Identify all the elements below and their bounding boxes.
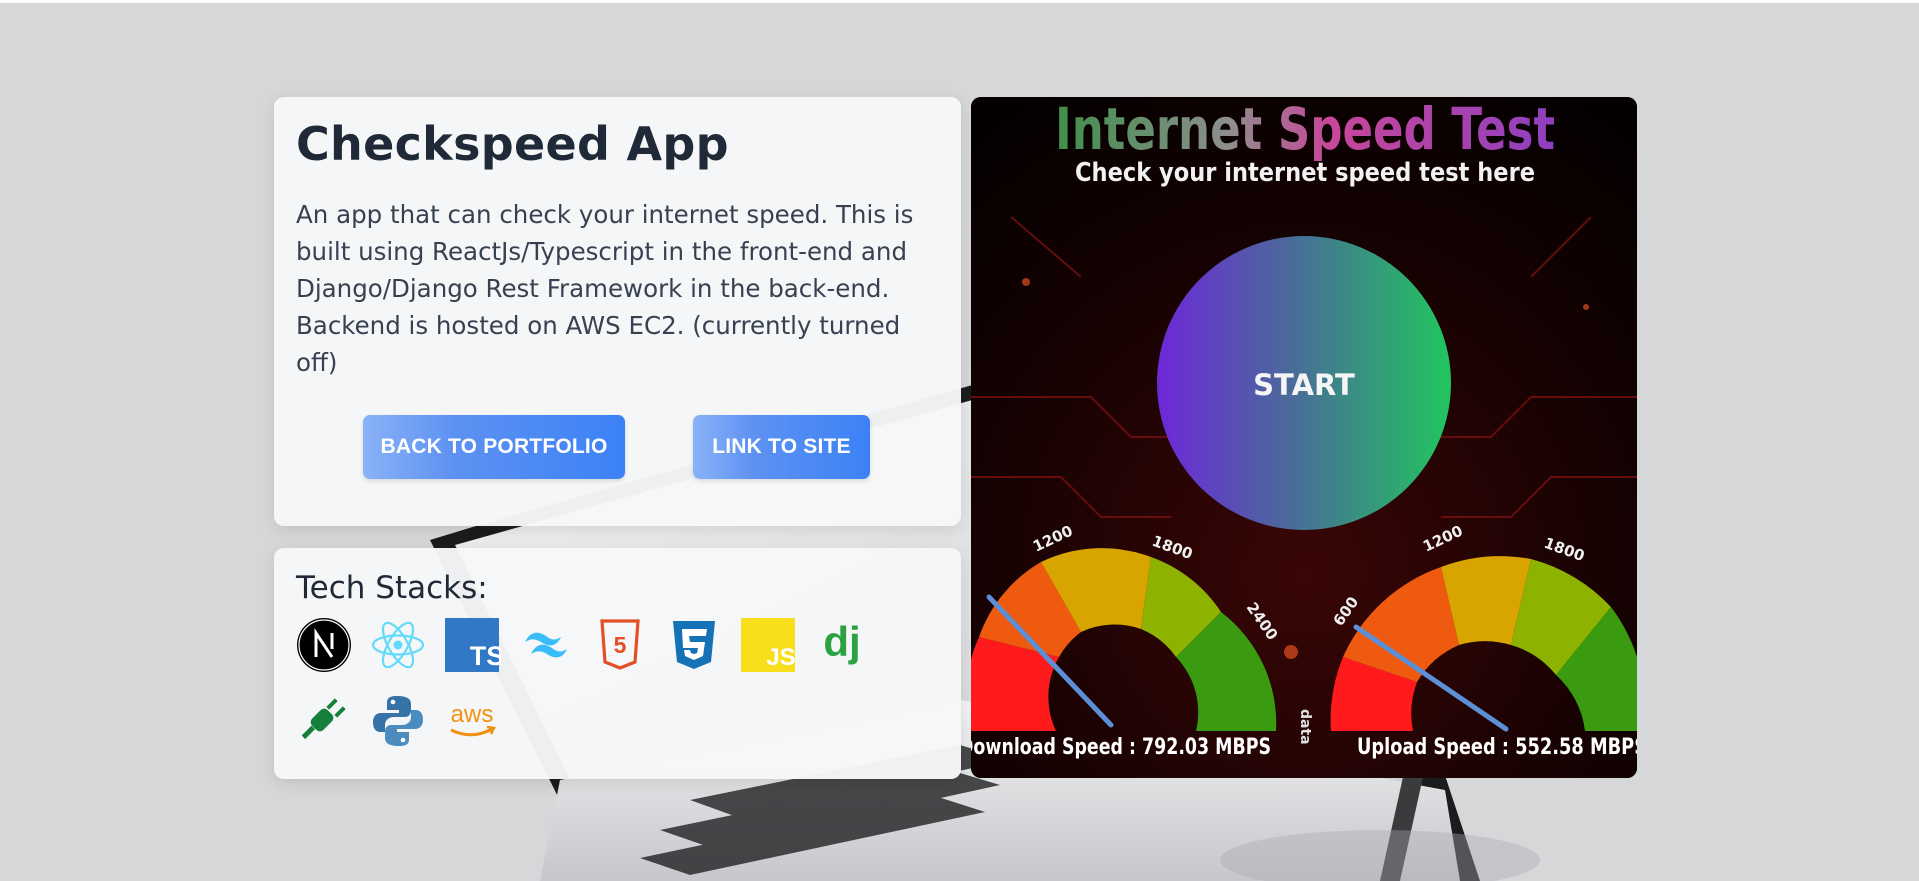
project-description: An app that can check your internet spee… <box>296 200 914 378</box>
button-row: BACK TO PORTFOLIO LINK TO SITE <box>274 415 961 481</box>
svg-text:data: data <box>1297 709 1313 745</box>
svg-text:aws: aws <box>451 701 494 728</box>
svg-text:TS: TS <box>470 641 501 671</box>
python-icon <box>373 696 423 746</box>
css3-icon <box>673 621 715 669</box>
django-icon: dj <box>823 618 860 665</box>
tailwind-icon <box>525 632 567 658</box>
svg-text:START: START <box>1253 368 1355 402</box>
tech-stack-card: Tech Stacks: TS 5 JS dj aws <box>274 548 961 779</box>
project-info-card: Checkspeed App An app that can check you… <box>274 97 961 526</box>
back-to-portfolio-button[interactable]: BACK TO PORTFOLIO <box>363 415 625 479</box>
link-to-site-button[interactable]: LINK TO SITE <box>693 415 870 479</box>
project-title: Checkspeed App <box>296 117 729 171</box>
svg-text:Check your internet speed test: Check your internet speed test here <box>1075 158 1535 188</box>
speed-test-screenshot: Internet Speed Test Check your internet … <box>971 97 1637 778</box>
app-preview-image: Internet Speed Test Check your internet … <box>971 97 1637 778</box>
aws-icon: aws <box>450 701 496 737</box>
svg-text:dj: dj <box>823 618 860 665</box>
html5-icon: 5 <box>600 619 640 670</box>
svg-text:Download Speed : 792.03 MBPS: Download Speed : 792.03 MBPS <box>971 735 1271 760</box>
svg-text:Internet Speed Test: Internet Speed Test <box>1055 97 1555 163</box>
svg-text:5: 5 <box>614 632 627 658</box>
plug-icon <box>301 698 346 740</box>
tech-stack-heading: Tech Stacks: <box>296 570 488 606</box>
typescript-icon: TS <box>445 618 501 672</box>
nextjs-icon <box>297 618 351 672</box>
javascript-icon: JS <box>741 618 796 672</box>
svg-text:JS: JS <box>766 644 795 671</box>
react-icon <box>371 621 425 669</box>
svg-text:Upload Speed : 552.58 MBPS: Upload Speed : 552.58 MBPS <box>1357 735 1637 760</box>
